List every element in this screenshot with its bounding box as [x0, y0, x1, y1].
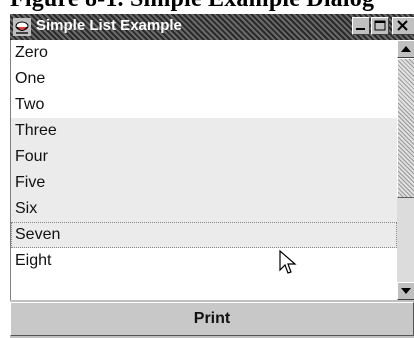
minimize-icon — [356, 28, 365, 30]
maximize-icon — [374, 20, 386, 31]
scrollbar-thumb[interactable] — [397, 58, 414, 198]
print-button[interactable]: Print — [10, 302, 414, 336]
list-item-focused[interactable]: Seven — [11, 222, 397, 248]
list-item[interactable]: Three — [11, 118, 397, 144]
list-item[interactable]: One — [11, 66, 397, 92]
list-item[interactable]: Eight — [11, 248, 397, 274]
item-list[interactable]: Zero One Two Three Four Five Six Seven E… — [10, 40, 414, 300]
maximize-button[interactable] — [371, 17, 389, 35]
close-button[interactable] — [392, 17, 414, 35]
list-item[interactable]: Six — [11, 196, 397, 222]
list-item[interactable]: Four — [11, 144, 397, 170]
arrow-down-icon — [401, 288, 411, 294]
mouse-pointer-icon — [279, 250, 297, 274]
figure-heading-text: Figure 8-1. Simple Example Dialog — [10, 0, 374, 13]
scroll-up-button[interactable] — [397, 40, 414, 58]
scroll-down-button[interactable] — [397, 282, 414, 300]
list-item[interactable]: Zero — [11, 40, 397, 66]
figure-heading: Figure 8-1. Simple Example Dialog — [0, 0, 414, 14]
app-window: Simple List Example Zero One Two Three F… — [10, 14, 414, 338]
list-item[interactable]: Two — [11, 92, 397, 118]
window-title: Simple List Example — [36, 17, 182, 34]
title-bar[interactable]: Simple List Example — [10, 14, 414, 40]
vertical-scrollbar[interactable] — [397, 40, 414, 300]
arrow-up-icon — [401, 46, 411, 52]
list-item[interactable]: Five — [11, 170, 397, 196]
minimize-button[interactable] — [352, 17, 370, 35]
close-icon — [397, 20, 408, 31]
java-cup-icon[interactable] — [13, 18, 31, 36]
